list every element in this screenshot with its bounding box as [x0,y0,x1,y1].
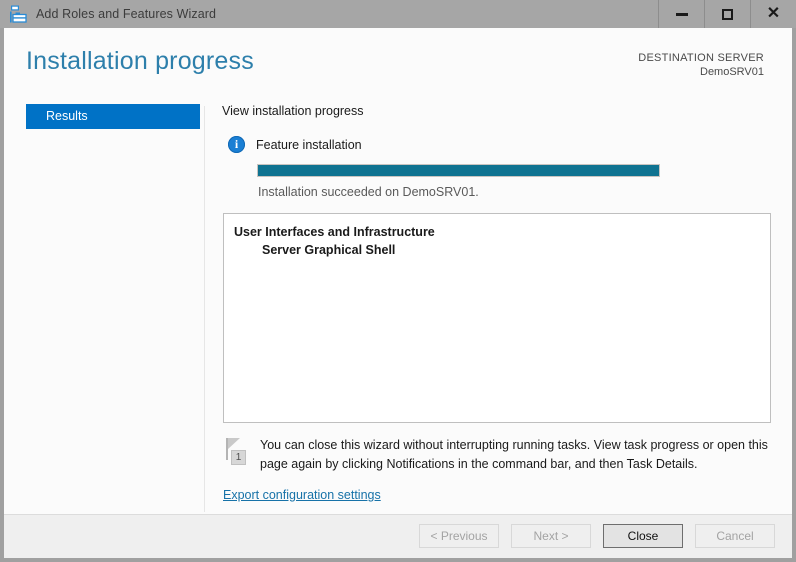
results-list-box[interactable]: User Interfaces and Infrastructure Serve… [223,213,771,423]
destination-server-label: DESTINATION SERVER [638,52,764,64]
wizard-window: Add Roles and Features Wizard ✕ Installa… [0,0,796,562]
minimize-icon [675,12,688,16]
server-wizard-icon [8,4,28,24]
minimize-button[interactable] [658,0,704,28]
main-heading: View installation progress [222,104,364,118]
footer-buttons: < Previous Next > Close Cancel [419,524,775,548]
notification-flag-icon: 1 [223,438,249,466]
cancel-button[interactable]: Cancel [695,524,775,548]
result-item: Server Graphical Shell [262,243,396,257]
next-button[interactable]: Next > [511,524,591,548]
maximize-button[interactable] [704,0,750,28]
close-icon: ✕ [766,5,781,22]
flag-banner [228,438,240,449]
previous-button[interactable]: < Previous [419,524,499,548]
feature-installation-row: i Feature installation [228,136,776,153]
wizard-note: 1 You can close this wizard without inte… [223,436,771,474]
result-item: User Interfaces and Infrastructure [234,225,435,239]
page-title: Installation progress [26,47,254,75]
progress-bar-fill [258,165,659,176]
sidebar-divider [204,106,205,512]
destination-server-name: DemoSRV01 [700,66,764,78]
title-bar: Add Roles and Features Wizard ✕ [0,0,796,28]
page-header: Installation progress DESTINATION SERVER… [4,28,792,90]
destination-server-block: DESTINATION SERVER DemoSRV01 [638,51,764,79]
sidebar-item-label: Results [46,109,88,123]
progress-status-text: Installation succeeded on DemoSRV01. [258,185,479,199]
info-icon-glyph: i [234,137,239,151]
wizard-sidebar: Results [4,104,200,514]
wizard-note-text: You can close this wizard without interr… [260,438,768,471]
close-button[interactable]: ✕ [750,0,796,28]
sidebar-item-results[interactable]: Results [26,104,200,129]
client-area: Installation progress DESTINATION SERVER… [4,28,792,558]
notification-count-badge: 1 [231,450,246,465]
caption-buttons: ✕ [658,0,796,28]
close-wizard-button[interactable]: Close [603,524,683,548]
main-pane: View installation progress i Feature ins… [216,104,776,504]
footer-bar: < Previous Next > Close Cancel [4,514,792,558]
info-icon: i [228,136,245,153]
export-configuration-settings-link[interactable]: Export configuration settings [223,488,381,502]
maximize-icon [722,8,733,20]
window-title: Add Roles and Features Wizard [36,7,217,21]
feature-installation-label: Feature installation [256,137,362,152]
installation-progress-bar [257,164,660,177]
